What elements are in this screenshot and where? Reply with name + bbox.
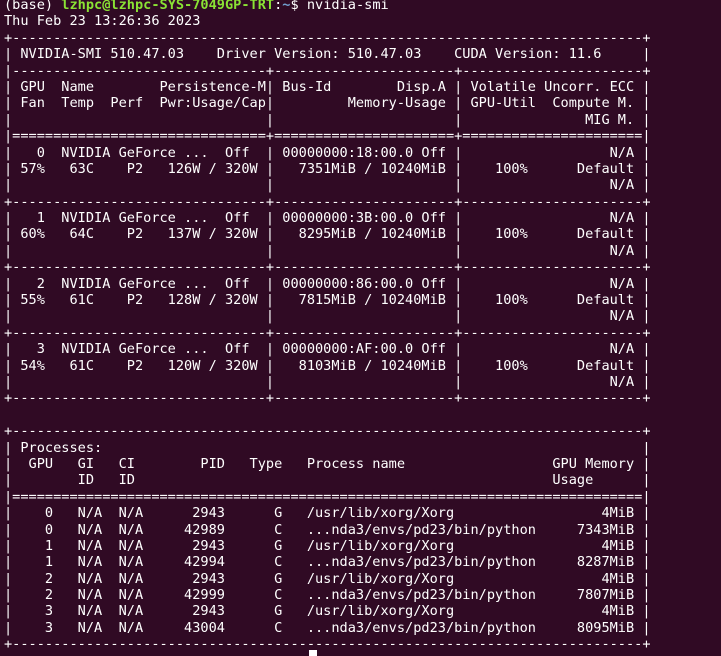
process-row: | 3 N/A N/A 2943 G /usr/lib/xorg/Xorg 4M… xyxy=(4,603,651,620)
processes-header-1: | GPU GI CI PID Type Process name GPU Me… xyxy=(4,455,651,472)
column-header-3: | | | MIG M. | xyxy=(4,111,651,128)
gpu-3-line-3: | | | N/A | xyxy=(4,373,651,390)
gpu-3-line-1: | 3 NVIDIA GeForce ... Off | 00000000:AF… xyxy=(4,341,651,358)
process-row: | 2 N/A N/A 2943 G /usr/lib/xorg/Xorg 4M… xyxy=(4,570,651,587)
column-header-1: | GPU Name Persistence-M| Bus-Id Disp.A … xyxy=(4,78,651,95)
gpu-0-line-3: | | | N/A | xyxy=(4,177,651,194)
column-header-2: | Fan Temp Perf Pwr:Usage/Cap| Memory-Us… xyxy=(4,95,651,112)
header-border-top: +---------------------------------------… xyxy=(4,29,651,46)
processes-header-2: | ID ID Usage | xyxy=(4,472,651,489)
processes-title: | Processes: | xyxy=(4,439,651,456)
gpu-0-line-1: | 0 NVIDIA GeForce ... Off | 00000000:18… xyxy=(4,144,651,161)
processes-double-divider: |=======================================… xyxy=(4,488,651,505)
gpu-2-line-1: | 2 NVIDIA GeForce ... Off | 00000000:86… xyxy=(4,275,651,292)
process-row: | 0 N/A N/A 2943 G /usr/lib/xorg/Xorg 4M… xyxy=(4,505,651,522)
gpu-3-line-2: | 54% 61C P2 120W / 320W | 8103MiB / 102… xyxy=(4,357,651,374)
command-prompt-line: (base) lzhpc@lzhpc-SYS-7049GP-TRT:~$ nvi… xyxy=(4,0,721,13)
command-text: nvidia-smi xyxy=(306,0,389,13)
terminal-window[interactable]: (base) lzhpc@lzhpc-SYS-7049GP-TRT:~$ nvi… xyxy=(0,0,721,656)
gpu-3-separator: +-------------------------------+-------… xyxy=(4,390,651,407)
gpu-2-separator: +-------------------------------+-------… xyxy=(4,324,651,341)
gpu-1-line-2: | 60% 64C P2 137W / 320W | 8295MiB / 102… xyxy=(4,226,651,243)
gpu-0-separator: +-------------------------------+-------… xyxy=(4,193,651,210)
conda-env: (base) xyxy=(4,0,62,13)
process-row: | 2 N/A N/A 42999 C ...nda3/envs/pd23/bi… xyxy=(4,587,651,604)
gpu-2-line-2: | 55% 61C P2 128W / 320W | 7815MiB / 102… xyxy=(4,292,651,309)
processes-border-bottom: +---------------------------------------… xyxy=(4,636,651,653)
process-row: | 0 N/A N/A 42989 C ...nda3/envs/pd23/bi… xyxy=(4,521,651,538)
header-double-divider: |===============================+=======… xyxy=(4,128,651,145)
prompt-symbol: $ xyxy=(290,0,307,13)
processes-border-top: +---------------------------------------… xyxy=(4,423,651,440)
datetime-line: Thu Feb 23 13:26:36 2023 xyxy=(4,13,201,30)
gpu-2-line-3: | | | N/A | xyxy=(4,308,651,325)
gpu-0-line-2: | 57% 63C P2 126W / 320W | 7351MiB / 102… xyxy=(4,160,651,177)
version-line: | NVIDIA-SMI 510.47.03 Driver Version: 5… xyxy=(4,46,651,63)
user-host: lzhpc@lzhpc-SYS-7049GP-TRT xyxy=(61,0,275,13)
gpu-1-separator: +-------------------------------+-------… xyxy=(4,259,651,276)
process-row: | 1 N/A N/A 42994 C ...nda3/envs/pd23/bi… xyxy=(4,554,651,571)
header-divider: |-------------------------------+-------… xyxy=(4,62,651,79)
gpu-1-line-3: | | | N/A | xyxy=(4,242,651,259)
process-row: | 1 N/A N/A 2943 G /usr/lib/xorg/Xorg 4M… xyxy=(4,537,651,554)
text-cursor xyxy=(309,650,317,656)
process-row: | 3 N/A N/A 43004 C ...nda3/envs/pd23/bi… xyxy=(4,619,651,636)
gpu-1-line-1: | 1 NVIDIA GeForce ... Off | 00000000:3B… xyxy=(4,210,651,227)
